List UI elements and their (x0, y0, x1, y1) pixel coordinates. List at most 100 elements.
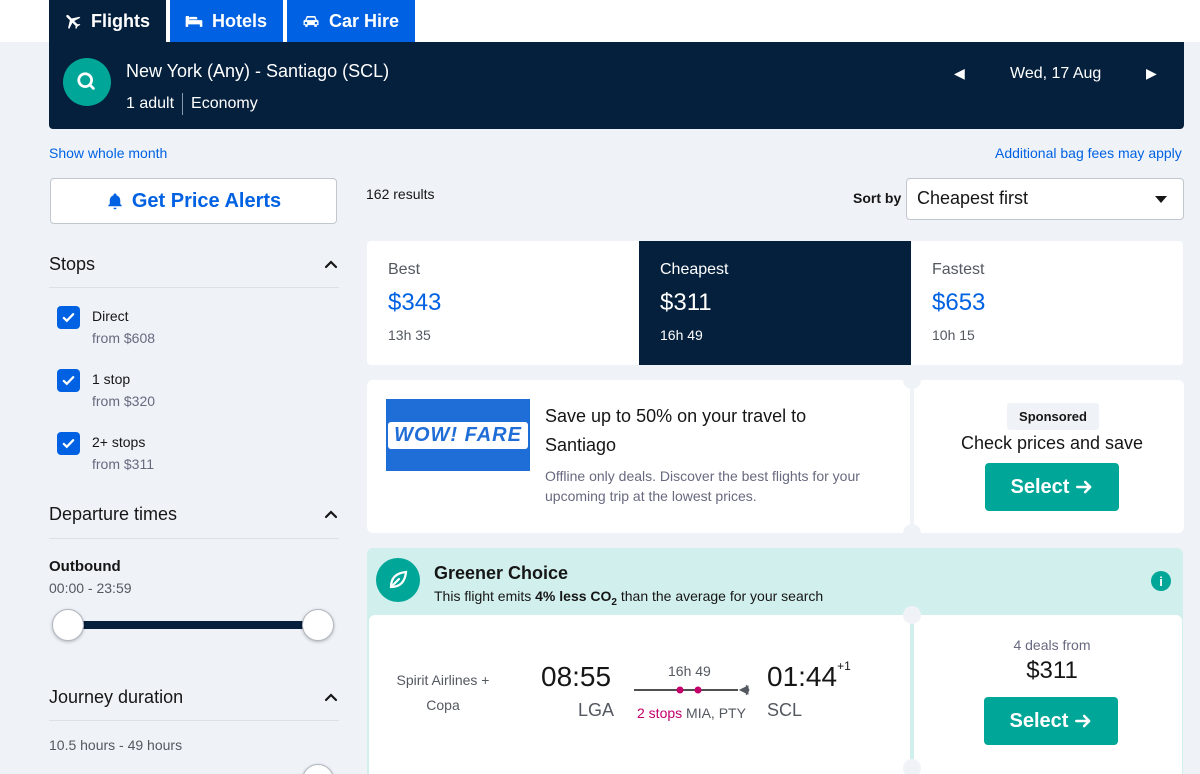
sort-tab-duration: 16h 49 (660, 327, 703, 343)
ticket-notch (903, 371, 921, 389)
tab-label: Car Hire (329, 10, 400, 31)
results-count: 162 results (366, 186, 435, 202)
prev-date-icon[interactable]: ◀ (954, 65, 965, 82)
divider (49, 287, 339, 288)
sort-tab-cheapest[interactable]: Cheapest $311 16h 49 (639, 241, 911, 365)
tab-flights[interactable]: Flights (49, 0, 166, 42)
adults-label: 1 adult (126, 95, 175, 112)
show-whole-month-link[interactable]: Show whole month (49, 145, 167, 161)
deals-from: 4 deals from (1013, 637, 1091, 653)
search-summary-bar[interactable]: New York (Any) - Santiago (SCL) 1 adult … (49, 42, 1184, 129)
greener-title: Greener Choice (434, 563, 569, 583)
sort-tab-name: Cheapest (660, 261, 729, 278)
sort-tab-price: $343 (388, 289, 442, 316)
sponsored-badge: Sponsored (1007, 403, 1099, 430)
slider-handle-end[interactable] (302, 764, 334, 774)
price-alerts-button[interactable]: Get Price Alerts (50, 178, 337, 224)
tab-label: Flights (91, 10, 150, 31)
bell-icon (108, 193, 122, 210)
slider-handle-end[interactable] (302, 609, 334, 641)
sort-tab-name: Best (388, 261, 421, 278)
ticket-notch (903, 759, 921, 774)
sort-select[interactable]: Cheapest first (906, 178, 1184, 220)
arrive-time-wrap: 01:44+1 (767, 658, 851, 693)
greener-subtitle: This flight emits 4% less CO2 than the a… (434, 588, 823, 608)
greener-sub-bold: 4% less CO (535, 588, 612, 604)
tab-hotels[interactable]: Hotels (170, 0, 284, 42)
car-icon (303, 16, 319, 27)
sort-tab-price: $653 (932, 289, 986, 316)
arrive-time: 01:44 (767, 661, 838, 692)
stops-filter-header[interactable]: Stops (49, 254, 339, 275)
flight-price: $311 (1026, 657, 1078, 684)
select-label: Select (1010, 475, 1070, 498)
info-icon[interactable]: i (1151, 571, 1171, 591)
stops-count: 2 stops (637, 705, 683, 721)
departure-filter-header[interactable]: Departure times (49, 504, 339, 525)
date-label: Wed, 17 Aug (1010, 65, 1102, 82)
arrow-right-icon (1075, 714, 1091, 728)
product-tabs: Flights Hotels Car Hire (49, 0, 416, 42)
sort-tabs: Best $343 13h 35 Cheapest $311 16h 49 Fa… (367, 241, 1183, 365)
greener-sub-post: than the average for your search (616, 588, 824, 604)
leaf-icon (376, 558, 420, 602)
sort-tab-price: $311 (660, 289, 712, 316)
sort-tab-best[interactable]: Best $343 13h 35 (367, 241, 639, 365)
slider-handle-start[interactable] (52, 609, 84, 641)
plane-icon (66, 14, 81, 29)
arrive-airport: SCL (767, 700, 803, 720)
stop-price: from $608 (92, 330, 156, 346)
bed-icon (185, 16, 203, 27)
sort-tab-fastest[interactable]: Fastest $653 10h 15 (911, 241, 1183, 365)
ad-subtitle: Offline only deals. Discover the best fl… (545, 468, 860, 504)
next-date-icon[interactable]: ▶ (1146, 65, 1157, 82)
arrive-day-offset: +1 (837, 658, 851, 673)
outbound-slider-track[interactable] (68, 621, 318, 629)
journey-filter-header[interactable]: Journey duration (49, 687, 339, 708)
outbound-range: 00:00 - 23:59 (49, 580, 132, 596)
cabin-label: Economy (191, 95, 258, 112)
depart-airport: LGA (578, 700, 615, 720)
tab-label: Hotels (212, 10, 268, 31)
flight-duration: 16h 49 (668, 663, 711, 679)
ad-select-button[interactable]: Select (985, 463, 1119, 511)
route-line-icon (634, 684, 750, 696)
departure-title: Departure times (49, 504, 178, 524)
outbound-title: Outbound (49, 558, 121, 575)
chevron-up-icon (324, 692, 338, 701)
chevron-up-icon (324, 509, 338, 518)
search-icon[interactable] (63, 58, 111, 106)
divider (49, 538, 339, 539)
bag-fees-link[interactable]: Additional bag fees may apply (995, 145, 1182, 161)
sort-label: Sort by (853, 190, 902, 206)
checkbox-checked[interactable] (57, 369, 80, 392)
ticket-notch (903, 524, 921, 542)
checkbox-checked[interactable] (57, 306, 80, 329)
divider (182, 93, 184, 115)
wow-fare-logo-text: WOW! FARE (388, 421, 528, 449)
chevron-up-icon (324, 259, 338, 268)
sort-value: Cheapest first (917, 188, 1029, 208)
depart-time: 08:55 (541, 661, 612, 692)
stop-price: from $311 (92, 456, 154, 472)
checkbox-checked[interactable] (57, 432, 80, 455)
journey-range: 10.5 hours - 49 hours (49, 737, 183, 753)
greener-sub-pre: This flight emits (434, 588, 536, 604)
stop-price: from $320 (92, 393, 156, 409)
stop-label: 1 stop (92, 371, 131, 387)
divider (49, 720, 339, 721)
passenger-cabin: 1 adult Economy (126, 93, 258, 115)
stop-label: 2+ stops (92, 434, 146, 450)
stop-label: Direct (92, 308, 129, 324)
ad-card[interactable]: WOW! FARE Save up to 50% on your travel … (367, 380, 910, 533)
flight-select-button[interactable]: Select (984, 697, 1118, 745)
stops-title: Stops (49, 254, 96, 274)
airline-name: Spirit Airlines + Copa (396, 672, 490, 713)
caret-down-icon (1155, 196, 1167, 203)
sort-tab-duration: 10h 15 (932, 327, 975, 343)
select-label: Select (1009, 709, 1069, 732)
sort-tab-name: Fastest (932, 261, 985, 278)
tab-car-hire[interactable]: Car Hire (287, 0, 416, 42)
ticket-notch (903, 606, 921, 624)
arrow-right-icon (1076, 480, 1092, 494)
